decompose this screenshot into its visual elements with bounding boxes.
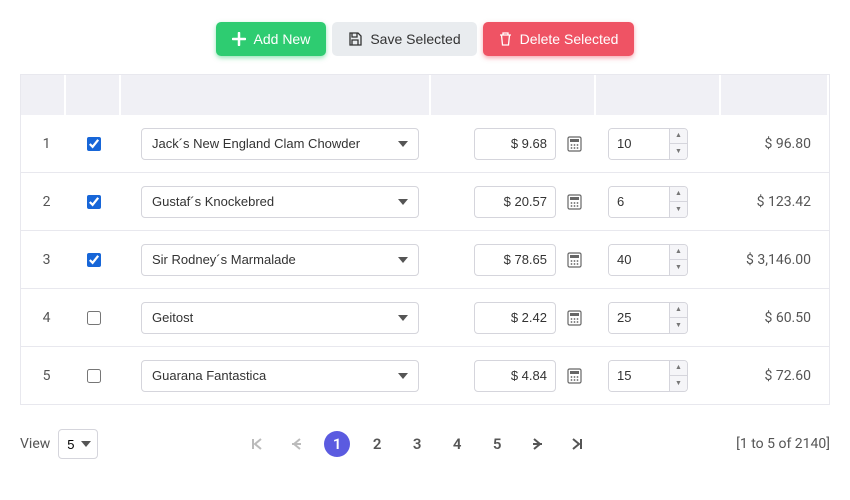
toolbar: Add New Save Selected Delete Selected (0, 0, 850, 74)
row-checkbox[interactable] (87, 195, 101, 209)
row-checkbox[interactable] (87, 369, 101, 383)
header-price (431, 75, 596, 115)
last-page-button[interactable] (564, 431, 590, 457)
first-page-button[interactable] (244, 431, 270, 457)
table-row: 1 Jack´s New England Clam Chowder ▲ ▼ (21, 115, 829, 173)
data-table: 1 Jack´s New England Clam Chowder ▲ ▼ (20, 74, 830, 405)
page-button-1[interactable]: 1 (324, 431, 350, 457)
product-select[interactable]: Jack´s New England Clam Chowder (141, 128, 419, 160)
row-number: 1 (21, 136, 66, 152)
quantity-up-button[interactable]: ▲ (670, 129, 687, 145)
row-number: 5 (21, 368, 66, 384)
quantity-up-button[interactable]: ▲ (670, 361, 687, 377)
header-checkbox (66, 75, 121, 115)
quantity-input[interactable] (609, 245, 669, 275)
quantity-down-button[interactable]: ▼ (670, 376, 687, 391)
save-selected-button[interactable]: Save Selected (332, 22, 476, 56)
view-control: View 5 (20, 429, 98, 459)
header-product (121, 75, 431, 115)
header-number (21, 75, 66, 115)
save-icon (348, 32, 362, 46)
view-select[interactable]: 5 (58, 429, 98, 459)
plus-icon (232, 32, 246, 46)
trash-icon (499, 32, 512, 46)
quantity-up-button[interactable]: ▲ (670, 245, 687, 261)
row-total: $ 3,146.00 (721, 252, 829, 268)
price-input[interactable] (474, 186, 556, 218)
table-body: 1 Jack´s New England Clam Chowder ▲ ▼ (21, 115, 829, 405)
page-button-5[interactable]: 5 (484, 431, 510, 457)
delete-selected-button[interactable]: Delete Selected (483, 22, 635, 56)
price-input[interactable] (474, 244, 556, 276)
row-checkbox[interactable] (87, 253, 101, 267)
footer: View 5 12345 [1 to 5 of 2140] (0, 405, 850, 459)
page-button-2[interactable]: 2 (364, 431, 390, 457)
price-input[interactable] (474, 360, 556, 392)
pager-status: [1 to 5 of 2140] (736, 436, 830, 452)
quantity-down-button[interactable]: ▼ (670, 318, 687, 333)
view-label: View (20, 436, 50, 452)
product-select[interactable]: Guarana Fantastica (141, 360, 419, 392)
quantity-up-button[interactable]: ▲ (670, 187, 687, 203)
row-number: 4 (21, 310, 66, 326)
page-button-4[interactable]: 4 (444, 431, 470, 457)
next-page-button[interactable] (524, 431, 550, 457)
header-quantity (596, 75, 721, 115)
quantity-input[interactable] (609, 361, 669, 391)
table-row: 5 Guarana Fantastica ▲ ▼ $ 72.60 (21, 347, 829, 405)
pager: 12345 (244, 431, 590, 457)
quantity-input[interactable] (609, 187, 669, 217)
row-checkbox[interactable] (87, 137, 101, 151)
delete-selected-label: Delete Selected (520, 31, 619, 47)
prev-page-button[interactable] (284, 431, 310, 457)
price-input[interactable] (474, 128, 556, 160)
quantity-down-button[interactable]: ▼ (670, 202, 687, 217)
add-new-label: Add New (254, 31, 311, 47)
row-total: $ 72.60 (721, 368, 829, 384)
product-select[interactable]: Geitost (141, 302, 419, 334)
row-number: 3 (21, 252, 66, 268)
quantity-input[interactable] (609, 129, 669, 159)
table-header (21, 75, 829, 115)
calculator-icon[interactable] (564, 366, 584, 386)
table-row: 3 Sir Rodney´s Marmalade ▲ ▼ $ 3,146 (21, 231, 829, 289)
row-total: $ 123.42 (721, 194, 829, 210)
price-input[interactable] (474, 302, 556, 334)
save-selected-label: Save Selected (370, 31, 460, 47)
row-checkbox[interactable] (87, 311, 101, 325)
header-total (721, 75, 829, 115)
quantity-down-button[interactable]: ▼ (670, 260, 687, 275)
add-new-button[interactable]: Add New (216, 22, 327, 56)
calculator-icon[interactable] (564, 250, 584, 270)
table-row: 4 Geitost ▲ ▼ $ 60.50 (21, 289, 829, 347)
row-total: $ 60.50 (721, 310, 829, 326)
row-number: 2 (21, 194, 66, 210)
product-select[interactable]: Gustaf´s Knockebred (141, 186, 419, 218)
calculator-icon[interactable] (564, 192, 584, 212)
calculator-icon[interactable] (564, 134, 584, 154)
quantity-input[interactable] (609, 303, 669, 333)
page-button-3[interactable]: 3 (404, 431, 430, 457)
row-total: $ 96.80 (721, 136, 829, 152)
table-row: 2 Gustaf´s Knockebred ▲ ▼ $ 123.42 (21, 173, 829, 231)
quantity-up-button[interactable]: ▲ (670, 303, 687, 319)
product-select[interactable]: Sir Rodney´s Marmalade (141, 244, 419, 276)
quantity-down-button[interactable]: ▼ (670, 144, 687, 159)
calculator-icon[interactable] (564, 308, 584, 328)
